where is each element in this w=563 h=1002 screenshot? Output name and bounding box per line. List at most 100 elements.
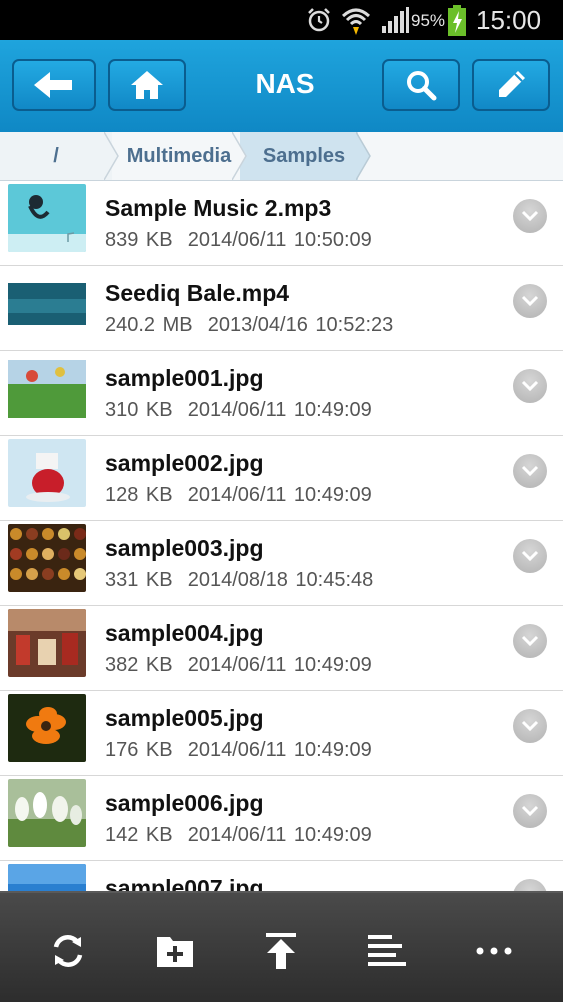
bottom-action-bar [0, 891, 563, 1002]
file-name: sample001.jpg [105, 365, 264, 391]
file-meta: 331 KB 2014/08/18 10:45:48 [105, 569, 373, 592]
item-options-button[interactable] [513, 539, 547, 573]
breadcrumb-root[interactable]: / [0, 132, 112, 180]
file-name: sample004.jpg [105, 620, 264, 646]
music-thumbnail [8, 184, 86, 252]
edit-icon [499, 71, 525, 97]
back-icon [34, 72, 72, 98]
new-folder-button[interactable] [147, 923, 203, 979]
chevron-down-icon [521, 805, 539, 817]
file-name: sample006.jpg [105, 790, 264, 816]
upload-button[interactable] [253, 923, 309, 979]
refresh-button[interactable] [40, 923, 96, 979]
list-item[interactable]: sample006.jpg 142 KB 2014/06/11 10:49:09 [0, 776, 563, 861]
search-button[interactable] [382, 59, 460, 111]
file-name: Sample Music 2.mp3 [105, 195, 332, 221]
file-size: 142 KB [105, 824, 173, 846]
home-icon [131, 71, 163, 99]
file-meta: 382 KB 2014/06/11 10:49:09 [105, 654, 372, 677]
item-options-button[interactable] [513, 879, 547, 891]
file-meta: 839 KB 2014/06/11 10:50:09 [105, 229, 372, 252]
clock-time: 15:00 [476, 5, 542, 35]
list-item[interactable]: Sample Music 2.mp3 839 KB 2014/06/11 10:… [0, 181, 563, 266]
more-options-button[interactable] [466, 923, 522, 979]
list-item[interactable]: sample004.jpg 382 KB 2014/06/11 10:49:09 [0, 606, 563, 691]
file-meta: 128 KB 2014/06/11 10:49:09 [105, 484, 372, 507]
app-header: NAS [0, 40, 563, 132]
item-options-button[interactable] [513, 199, 547, 233]
file-size: 382 KB [105, 654, 173, 676]
breadcrumb-multimedia-label: Multimedia [126, 144, 232, 167]
item-options-button[interactable] [513, 284, 547, 318]
chevron-down-icon [521, 295, 539, 307]
file-date: 2014/06/11 10:49:09 [187, 654, 372, 676]
battery-percent: 95% [411, 11, 446, 30]
home-button[interactable] [108, 59, 186, 111]
chevron-down-icon [521, 210, 539, 222]
file-size: 331 KB [105, 569, 173, 591]
upload-icon [266, 933, 296, 969]
image-thumbnail [8, 694, 86, 762]
file-size: 176 KB [105, 739, 173, 761]
image-thumbnail [8, 864, 86, 891]
image-thumbnail [8, 354, 86, 422]
item-options-button[interactable] [513, 624, 547, 658]
file-name: sample007.jpg [105, 875, 264, 891]
alarm-icon [308, 8, 330, 32]
file-size: 839 KB [105, 229, 173, 251]
list-item[interactable]: Seediq Bale.mp4 240.2 MB 2013/04/16 10:5… [0, 266, 563, 351]
wifi-icon [341, 8, 371, 35]
file-size: 128 KB [105, 484, 173, 506]
search-icon [407, 71, 437, 101]
list-item[interactable]: sample003.jpg 331 KB 2014/08/18 10:45:48 [0, 521, 563, 606]
file-name: sample005.jpg [105, 705, 264, 731]
file-meta: 176 KB 2014/06/11 10:49:09 [105, 739, 372, 762]
file-date: 2014/06/11 10:49:09 [187, 484, 372, 506]
file-date: 2013/04/16 10:52:23 [207, 314, 394, 336]
file-name: Seediq Bale.mp4 [105, 280, 290, 306]
video-thumbnail [8, 269, 86, 337]
image-thumbnail [8, 524, 86, 592]
signal-icon [382, 7, 409, 33]
file-name: sample002.jpg [105, 450, 264, 476]
breadcrumb: / Multimedia Samples [0, 132, 563, 181]
item-options-button[interactable] [513, 794, 547, 828]
item-options-button[interactable] [513, 454, 547, 488]
status-bar: 95% 15:00 [0, 0, 563, 40]
file-meta: 142 KB 2014/06/11 10:49:09 [105, 824, 372, 847]
item-options-button[interactable] [513, 369, 547, 403]
sort-icon [368, 935, 406, 966]
list-item[interactable]: sample007.jpg [0, 861, 563, 891]
chevron-down-icon [521, 465, 539, 477]
chevron-down-icon [521, 720, 539, 732]
file-date: 2014/06/11 10:49:09 [187, 824, 372, 846]
breadcrumb-samples-label: Samples [262, 144, 346, 167]
breadcrumb-samples[interactable]: Samples [248, 132, 360, 180]
file-name: sample003.jpg [105, 535, 264, 561]
file-size: 310 KB [105, 399, 173, 421]
file-meta: 310 KB 2014/06/11 10:49:09 [105, 399, 372, 422]
back-button[interactable] [12, 59, 96, 111]
sort-button[interactable] [359, 923, 415, 979]
item-options-button[interactable] [513, 709, 547, 743]
battery-charging-icon [448, 5, 466, 36]
list-item[interactable]: sample005.jpg 176 KB 2014/06/11 10:49:09 [0, 691, 563, 776]
image-thumbnail [8, 439, 86, 507]
list-item[interactable]: sample001.jpg 310 KB 2014/06/11 10:49:09 [0, 351, 563, 436]
image-thumbnail [8, 779, 86, 847]
file-list: Sample Music 2.mp3 839 KB 2014/06/11 10:… [0, 181, 563, 891]
file-date: 2014/06/11 10:50:09 [187, 229, 372, 251]
file-date: 2014/06/11 10:49:09 [187, 399, 372, 421]
refresh-icon [53, 935, 83, 967]
chevron-down-icon [521, 635, 539, 647]
edit-button[interactable] [472, 59, 550, 111]
page-title: NAS [255, 68, 315, 99]
list-item[interactable]: sample002.jpg 128 KB 2014/06/11 10:49:09 [0, 436, 563, 521]
file-date: 2014/08/18 10:45:48 [187, 569, 374, 591]
chevron-down-icon [521, 550, 539, 562]
new-folder-icon [157, 937, 193, 967]
file-date: 2014/06/11 10:49:09 [187, 739, 372, 761]
breadcrumb-multimedia[interactable]: Multimedia [120, 132, 238, 180]
chevron-down-icon [521, 380, 539, 392]
file-size: 240.2 MB [105, 314, 193, 336]
